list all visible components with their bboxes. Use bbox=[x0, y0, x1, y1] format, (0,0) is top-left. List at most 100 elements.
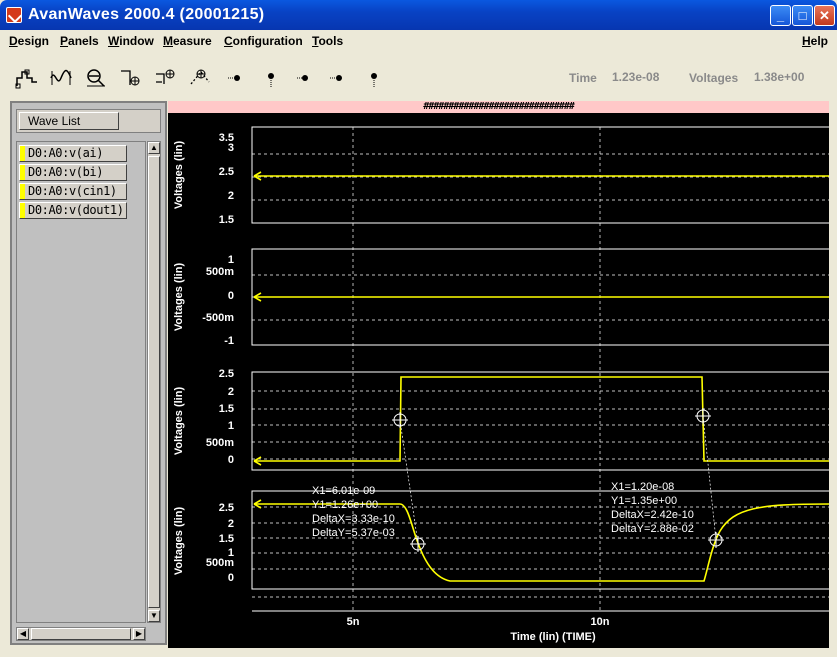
waveform-stack-icon[interactable] bbox=[14, 66, 40, 90]
y-tick-label: 2 bbox=[228, 518, 234, 530]
zoom-cursor-icon[interactable] bbox=[152, 66, 178, 90]
toolbar: Time 1.23e-08 Voltages 1.38e+00 bbox=[0, 52, 837, 100]
time-readout-label: Time bbox=[569, 71, 597, 85]
wave-item-label: D0:A0:v(ai) bbox=[28, 146, 104, 160]
y-tick-label: 0 bbox=[228, 572, 234, 584]
y-axis-label: Voltages (lin) bbox=[173, 387, 185, 456]
point-marker-icon[interactable] bbox=[224, 66, 250, 90]
y-tick-label: 2 bbox=[228, 386, 234, 398]
measure-x1: X1=1.20e-08 bbox=[611, 481, 674, 493]
minimize-button[interactable]: _ bbox=[770, 5, 791, 26]
y-tick-label: 1.5 bbox=[219, 533, 234, 545]
x-tick-label: 5n bbox=[347, 616, 360, 628]
y-axis-label: Voltages (lin) bbox=[173, 263, 185, 332]
wave-list-button[interactable]: Wave List bbox=[19, 112, 119, 130]
y-axis-label: Voltages (lin) bbox=[173, 507, 185, 576]
close-button[interactable]: ✕ bbox=[814, 5, 835, 26]
voltages-readout-value: 1.38e+00 bbox=[754, 70, 805, 84]
waveform-plot-area[interactable]: ############################## 3.5 3 2.5… bbox=[168, 101, 829, 648]
y-tick-label: 2.5 bbox=[219, 166, 234, 178]
wave-list: D0:A0:v(ai) D0:A0:v(bi) D0:A0:v(cin1) D0… bbox=[16, 141, 146, 623]
cursor-marker-icon[interactable] bbox=[708, 532, 724, 548]
trace-cin1[interactable] bbox=[254, 376, 829, 462]
zoom-in-icon[interactable] bbox=[83, 66, 109, 90]
x-tick-label: 10n bbox=[591, 616, 610, 628]
menu-panels[interactable]: Panels bbox=[60, 34, 99, 48]
plot-panel-frame bbox=[251, 126, 829, 224]
scroll-down-icon[interactable]: ▼ bbox=[148, 610, 160, 622]
wave-item-ai[interactable]: D0:A0:v(ai) bbox=[19, 145, 127, 162]
scroll-thumb[interactable] bbox=[31, 628, 131, 640]
wave-item-bi[interactable]: D0:A0:v(bi) bbox=[19, 164, 127, 181]
measure-delta-x: DeltaX=2.42e-10 bbox=[611, 509, 694, 521]
wave-color-swatch bbox=[20, 146, 25, 161]
fit-waveform-icon[interactable] bbox=[48, 66, 74, 90]
wave-color-swatch bbox=[20, 203, 25, 218]
measure-x1: X1=6.01e-09 bbox=[312, 485, 375, 497]
app-icon bbox=[6, 7, 22, 23]
menu-bar: Design Panels Window Measure Configurati… bbox=[0, 30, 837, 52]
time-readout-value: 1.23e-08 bbox=[612, 70, 660, 84]
wave-color-swatch bbox=[20, 184, 25, 199]
scroll-thumb[interactable] bbox=[148, 156, 160, 608]
measure-delta-y: DeltaY=5.37e-03 bbox=[312, 527, 395, 539]
voltages-readout-label: Voltages bbox=[689, 71, 739, 85]
title-bar: AvanWaves 2000.4 (20001215) _ □ ✕ bbox=[0, 0, 837, 30]
zoom-box-icon[interactable] bbox=[118, 66, 144, 90]
y-tick-label: 1.5 bbox=[219, 214, 234, 226]
y-tick-label: 1 bbox=[228, 254, 234, 266]
point-marker-left-icon[interactable] bbox=[294, 66, 320, 90]
wave-color-swatch bbox=[20, 165, 25, 180]
measure-delta-y: DeltaY=2.88e-02 bbox=[611, 523, 694, 535]
y-tick-label: 2.5 bbox=[219, 368, 234, 380]
waveform-plots[interactable]: 3.5 3 2.5 2 1.5 1 500m 0 -500m -1 2.5 2 … bbox=[168, 113, 829, 648]
menu-window[interactable]: Window bbox=[108, 34, 154, 48]
window-title: AvanWaves 2000.4 (20001215) bbox=[28, 6, 265, 23]
plot-panel-frame bbox=[251, 371, 829, 471]
menu-measure[interactable]: Measure bbox=[163, 34, 212, 48]
maximize-button[interactable]: □ bbox=[792, 5, 813, 26]
y-tick-label: 500m bbox=[206, 557, 234, 569]
y-axis-label: Voltages (lin) bbox=[173, 141, 185, 210]
point-marker-down-icon[interactable] bbox=[258, 66, 284, 90]
measure-icon[interactable] bbox=[188, 66, 214, 90]
wave-list-vertical-scrollbar[interactable]: ▲ ▼ bbox=[147, 141, 161, 623]
x-axis-label: Time (lin) (TIME) bbox=[510, 631, 596, 643]
wave-item-cin1[interactable]: D0:A0:v(cin1) bbox=[19, 183, 127, 200]
panel-selector-bar[interactable]: ############################## bbox=[168, 101, 829, 113]
y-tick-label: 500m bbox=[206, 437, 234, 449]
wave-item-label: D0:A0:v(cin1) bbox=[28, 184, 117, 198]
y-tick-label: 2 bbox=[228, 190, 234, 202]
menu-design[interactable]: Design bbox=[9, 34, 49, 48]
menu-tools[interactable]: Tools bbox=[312, 34, 343, 48]
y-tick-label: 0 bbox=[228, 454, 234, 466]
wave-item-dout1[interactable]: D0:A0:v(dout1) bbox=[19, 202, 127, 219]
y-tick-label: 500m bbox=[206, 266, 234, 278]
scroll-right-icon[interactable]: ▶ bbox=[133, 628, 145, 640]
wave-list-header: Wave List bbox=[16, 109, 161, 133]
cursor-marker-icon[interactable] bbox=[695, 408, 711, 424]
y-tick-label: 2.5 bbox=[219, 502, 234, 514]
y-tick-label: 1 bbox=[228, 420, 234, 432]
y-tick-label: 0 bbox=[228, 290, 234, 302]
cursor-marker-icon[interactable] bbox=[410, 536, 426, 552]
scroll-up-icon[interactable]: ▲ bbox=[148, 142, 160, 154]
measure-y1: Y1=1.35e+00 bbox=[611, 495, 677, 507]
y-tick-label: 3 bbox=[228, 142, 234, 154]
scroll-left-icon[interactable]: ◀ bbox=[17, 628, 29, 640]
wave-item-label: D0:A0:v(dout1) bbox=[28, 203, 124, 217]
cursor-marker-icon[interactable] bbox=[392, 412, 408, 428]
y-tick-label: -1 bbox=[224, 335, 234, 347]
menu-configuration[interactable]: Configuration bbox=[224, 34, 303, 48]
menu-help[interactable]: Help bbox=[802, 34, 828, 48]
point-marker-up-icon[interactable] bbox=[362, 66, 388, 90]
y-tick-label: -500m bbox=[202, 312, 234, 324]
wave-item-label: D0:A0:v(bi) bbox=[28, 165, 104, 179]
window-bottom-border bbox=[0, 648, 837, 657]
wave-list-panel: Wave List D0:A0:v(ai) D0:A0:v(bi) D0:A0:… bbox=[10, 101, 167, 645]
wave-list-horizontal-scrollbar[interactable]: ◀ ▶ bbox=[16, 627, 146, 641]
measure-y1: Y1=1.26e+00 bbox=[312, 499, 378, 511]
point-marker-right-icon[interactable] bbox=[327, 66, 353, 90]
y-tick-label: 1.5 bbox=[219, 403, 234, 415]
measure-delta-x: DeltaX=3.33e-10 bbox=[312, 513, 395, 525]
